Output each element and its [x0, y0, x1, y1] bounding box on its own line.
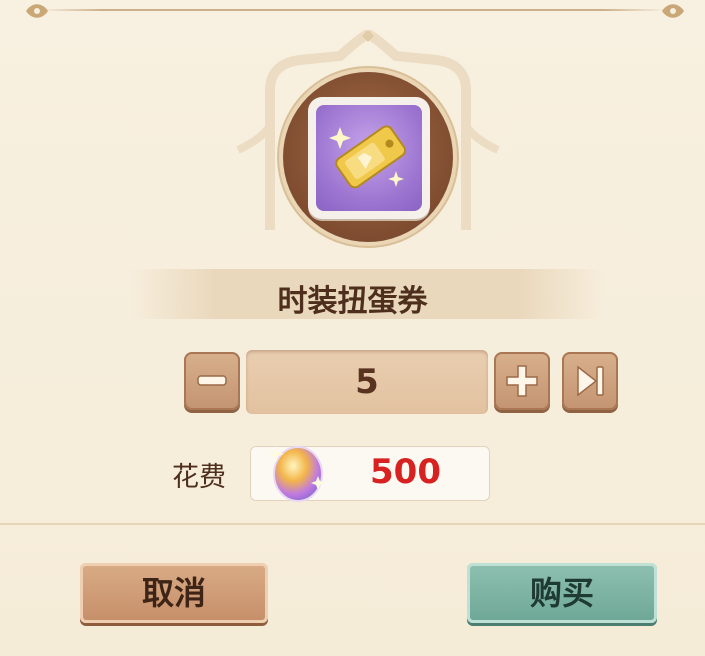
- increase-quantity-button[interactable]: [494, 352, 550, 410]
- corner-ornament-icon: [662, 4, 684, 18]
- top-divider: [40, 9, 665, 11]
- quantity-field[interactable]: 5: [246, 350, 488, 414]
- item-name: 时装扭蛋券: [277, 284, 428, 319]
- cancel-button[interactable]: 取消: [80, 563, 268, 623]
- minus-icon: [197, 375, 227, 386]
- decrease-quantity-button[interactable]: [184, 352, 240, 410]
- cost-value: 500: [370, 452, 441, 492]
- skip-to-max-icon: [577, 365, 604, 397]
- crystal-orb-icon: [268, 446, 325, 502]
- max-quantity-button[interactable]: [562, 352, 618, 410]
- buy-button[interactable]: 购买: [467, 563, 657, 623]
- footer-divider: [0, 523, 705, 525]
- gacha-ticket-icon: [329, 125, 407, 189]
- cost-label: 花费: [172, 462, 226, 493]
- corner-ornament-icon: [26, 4, 48, 18]
- plus-icon: [506, 365, 538, 397]
- item-icon-card: [308, 97, 430, 219]
